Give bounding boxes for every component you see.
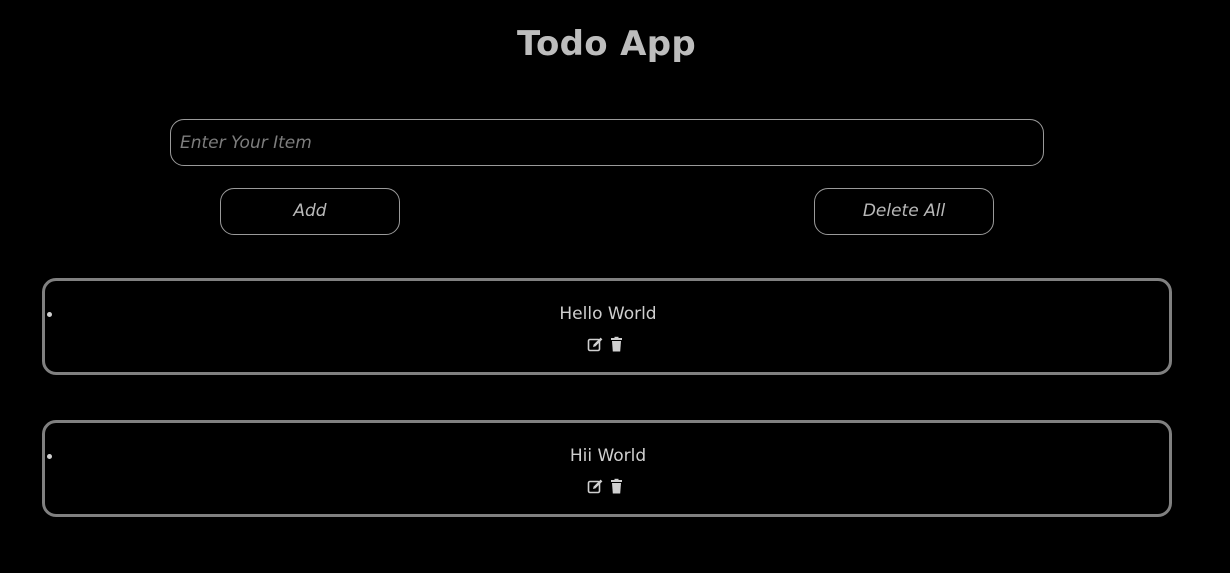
add-button[interactable]: Add — [220, 188, 400, 235]
edit-icon[interactable] — [587, 336, 604, 353]
todo-actions — [587, 335, 629, 353]
todo-text: Hello World — [559, 304, 657, 324]
delete-all-button[interactable]: Delete All — [814, 188, 994, 235]
todo-item: Hii World — [42, 420, 1172, 517]
todo-actions — [587, 477, 629, 495]
todo-text: Hii World — [569, 446, 647, 466]
page-title: Todo App — [517, 24, 696, 64]
edit-icon[interactable] — [587, 478, 604, 495]
trash-icon[interactable] — [608, 478, 625, 495]
item-input[interactable] — [170, 119, 1044, 166]
todo-item: Hello World — [42, 278, 1172, 375]
trash-icon[interactable] — [608, 336, 625, 353]
